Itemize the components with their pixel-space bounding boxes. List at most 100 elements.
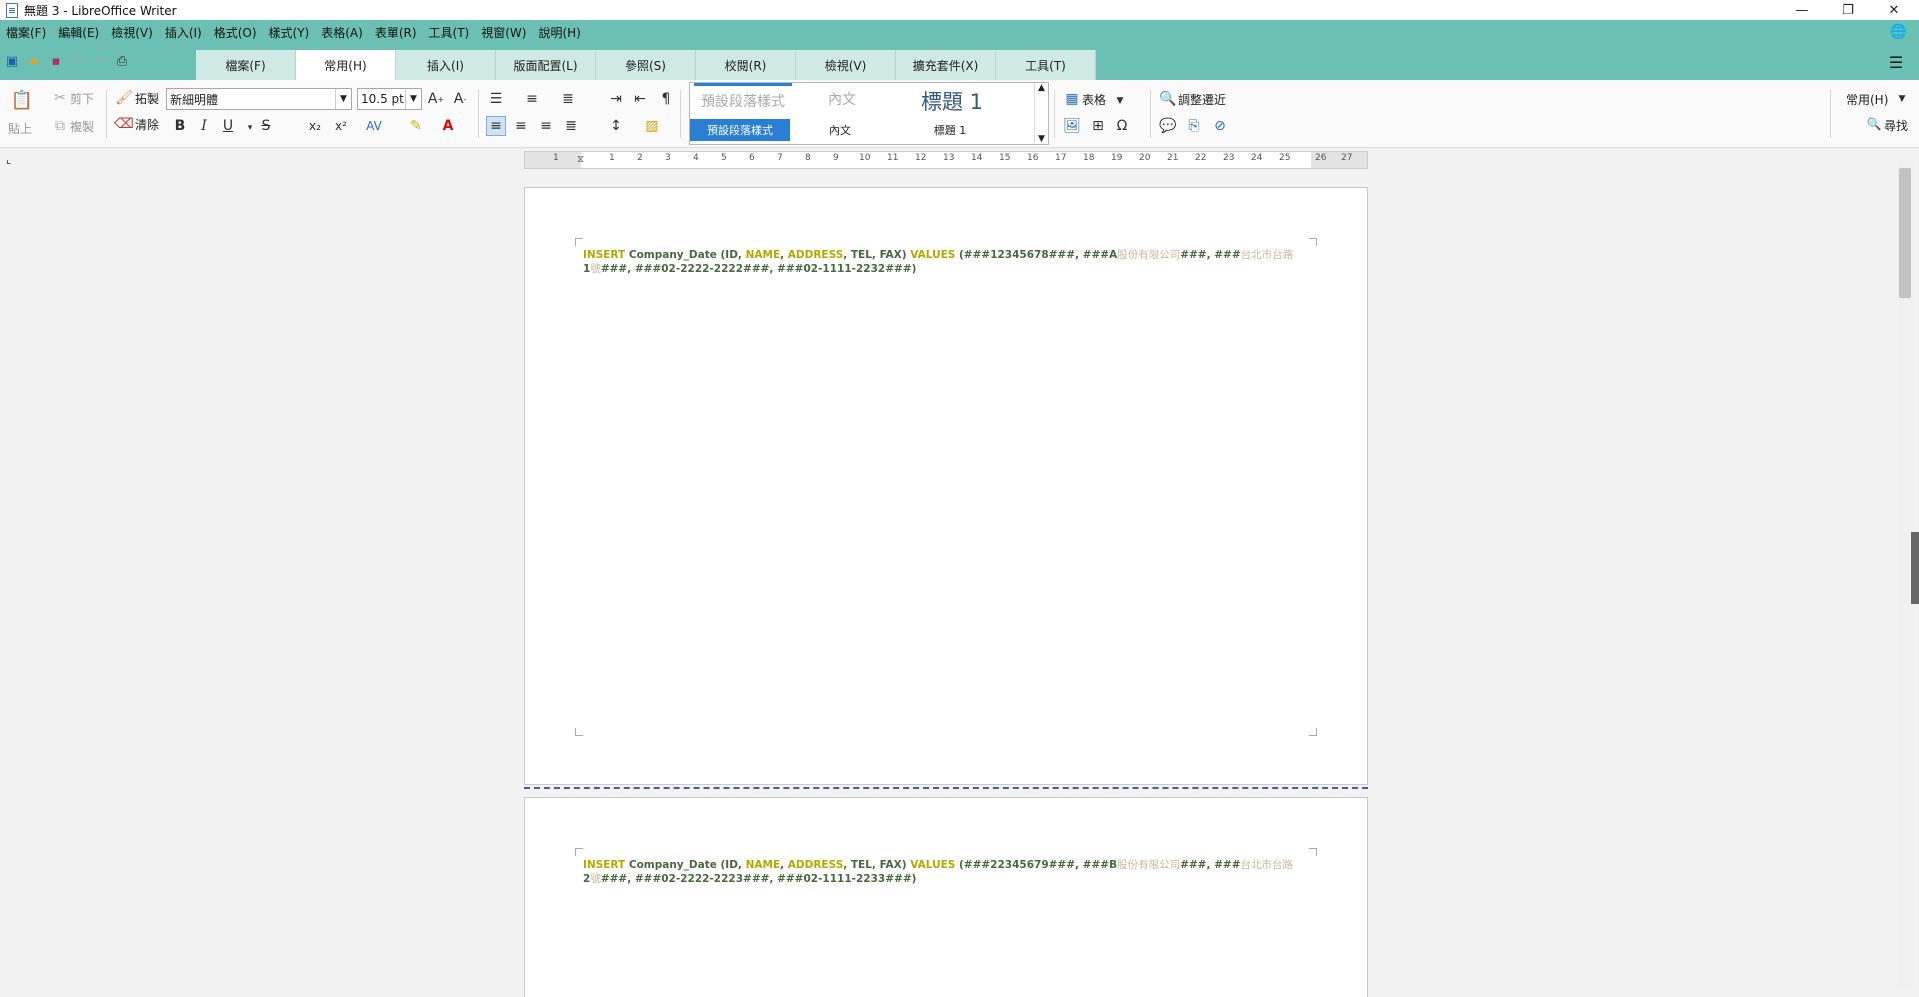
paste-icon[interactable]: 📋: [10, 88, 34, 112]
sidebar-toggle[interactable]: [1911, 532, 1919, 604]
print-icon[interactable]: ⎙: [114, 53, 130, 69]
menu-hamburger-icon[interactable]: ☰: [1883, 52, 1909, 72]
shrink-font-icon[interactable]: A-: [450, 89, 470, 109]
chevron-down-icon[interactable]: ▼: [1110, 91, 1130, 111]
find-button[interactable]: 尋找: [1884, 117, 1908, 134]
notebookbar-mode-button[interactable]: 常用(H): [1846, 91, 1888, 108]
sql-line-1[interactable]: INSERT Company_Date (ID, NAME, ADDRESS, …: [583, 247, 1293, 262]
menu-tools[interactable]: 工具(T): [423, 24, 476, 41]
justify-icon[interactable]: ≣: [561, 116, 581, 136]
strikethrough-icon[interactable]: S: [256, 116, 276, 136]
decrease-indent-icon[interactable]: ⇤: [630, 89, 650, 109]
align-center-icon[interactable]: ≡: [511, 116, 531, 136]
align-left-icon[interactable]: ≡: [486, 116, 506, 136]
style-heading1-label[interactable]: 標題 1: [890, 119, 1010, 141]
cut-button[interactable]: 剪下: [70, 90, 94, 107]
redo-icon[interactable]: ↷: [92, 53, 108, 69]
formatting-marks-icon[interactable]: ¶: [656, 89, 676, 109]
menu-help[interactable]: 說明(H): [532, 24, 586, 41]
track-changes-icon[interactable]: ⎘: [1184, 116, 1204, 136]
style-default-preview[interactable]: 預設段落樣式: [694, 83, 792, 115]
table-icon[interactable]: ▦: [1062, 89, 1082, 109]
sql-line-2[interactable]: 2號###, ###02-2222-2223###, ###02-1111-22…: [583, 871, 916, 886]
find-replace-button[interactable]: 調整遷近: [1178, 91, 1226, 108]
subscript-icon[interactable]: x₂: [305, 116, 325, 136]
open-folder-icon[interactable]: ▰: [26, 53, 42, 69]
bullet-list-icon[interactable]: ☰: [486, 89, 506, 109]
grow-font-icon[interactable]: A +: [426, 89, 446, 109]
bold-icon[interactable]: B: [170, 116, 190, 136]
tab-tools[interactable]: 工具(T): [996, 50, 1096, 80]
tab-references[interactable]: 參照(S): [596, 50, 696, 80]
tab-file[interactable]: 檔案(F): [196, 50, 296, 80]
globe-icon[interactable]: 🌐: [1890, 24, 1907, 40]
underline-icon[interactable]: U: [218, 116, 238, 136]
special-character-icon[interactable]: Ω: [1112, 116, 1132, 136]
table-button[interactable]: 表格: [1082, 91, 1106, 108]
tab-extensions[interactable]: 擴充套件(X): [896, 50, 996, 80]
line-spacing-icon[interactable]: ↕: [606, 116, 626, 136]
menu-format[interactable]: 格式(O): [208, 24, 263, 41]
navigator-icon[interactable]: ⊘: [1210, 116, 1230, 136]
tab-view[interactable]: 檢視(V): [796, 50, 896, 80]
tab-layout[interactable]: 版面配置(L): [496, 50, 596, 80]
clone-button[interactable]: 拓製: [135, 90, 159, 107]
scrollbar-thumb[interactable]: [1899, 168, 1911, 298]
search-icon[interactable]: 🔍: [1158, 89, 1178, 109]
italic-icon[interactable]: I: [194, 116, 214, 136]
horizontal-ruler[interactable]: 1 1 2 3 4 5 6 7 8 9 10 11 12 13 14 15 16…: [524, 151, 1368, 169]
menu-view[interactable]: 檢視(V): [105, 24, 159, 41]
numbered-list-icon[interactable]: ≡: [522, 89, 542, 109]
clear-button[interactable]: 清除: [135, 116, 159, 133]
chevron-up-icon[interactable]: ▲: [1038, 83, 1045, 93]
document-page-1[interactable]: INSERT Company_Date (ID, NAME, ADDRESS, …: [524, 187, 1368, 785]
restore-button[interactable]: ❐: [1825, 0, 1871, 20]
font-size-combo[interactable]: 10.5 pt ▼: [357, 88, 422, 110]
outline-list-icon[interactable]: ≣: [558, 89, 578, 109]
tab-home[interactable]: 常用(H): [296, 50, 396, 80]
chevron-down-icon[interactable]: ▼: [335, 89, 351, 109]
indent-marker-icon[interactable]: ⧖: [577, 154, 584, 165]
increase-indent-icon[interactable]: ⇥: [606, 89, 626, 109]
close-button[interactable]: ✕: [1871, 0, 1917, 20]
document-page-2[interactable]: INSERT Company_Date (ID, NAME, ADDRESS, …: [524, 797, 1368, 997]
copy-icon[interactable]: ⧉: [50, 116, 70, 136]
cut-icon[interactable]: ✂: [50, 88, 70, 108]
character-spacing-icon[interactable]: AV: [364, 116, 384, 136]
font-name-combo[interactable]: 新細明體 ▼: [166, 88, 352, 110]
paragraph-background-icon[interactable]: ▨: [642, 116, 662, 136]
save-icon[interactable]: ▪: [48, 53, 64, 69]
chevron-down-icon[interactable]: ▼: [1038, 134, 1045, 144]
superscript-icon[interactable]: x²: [331, 116, 351, 136]
copy-button[interactable]: 複製: [70, 118, 94, 135]
new-document-icon[interactable]: ▣: [4, 53, 20, 69]
menu-styles[interactable]: 樣式(Y): [263, 24, 316, 41]
font-color-icon[interactable]: A: [438, 116, 458, 136]
tab-review[interactable]: 校閱(R): [696, 50, 796, 80]
menu-insert[interactable]: 插入(I): [159, 24, 208, 41]
comment-icon[interactable]: 💬: [1158, 116, 1178, 136]
search-icon[interactable]: 🔍: [1864, 114, 1884, 134]
sql-line-1[interactable]: INSERT Company_Date (ID, NAME, ADDRESS, …: [583, 857, 1293, 872]
styles-scrollbar[interactable]: ▲ ▼: [1034, 83, 1048, 144]
paste-button[interactable]: 貼上: [8, 120, 32, 137]
undo-icon[interactable]: ↶: [70, 53, 86, 69]
menu-window[interactable]: 視窗(W): [475, 24, 532, 41]
align-right-icon[interactable]: ≡: [536, 116, 556, 136]
style-body-preview[interactable]: 內文: [792, 83, 892, 115]
tab-insert[interactable]: 插入(I): [396, 50, 496, 80]
image-icon[interactable]: 🖼: [1062, 116, 1082, 136]
menu-edit[interactable]: 編輯(E): [52, 24, 105, 41]
style-heading1-preview[interactable]: 標題 1: [892, 83, 1012, 119]
highlight-icon[interactable]: ✎: [406, 116, 426, 136]
menu-table[interactable]: 表格(A): [315, 24, 369, 41]
chart-icon[interactable]: ⊞: [1088, 116, 1108, 136]
style-default-label[interactable]: 預設段落樣式: [690, 119, 790, 141]
clone-formatting-icon[interactable]: 🖌: [114, 88, 134, 108]
sql-line-2[interactable]: 1號###, ###02-2222-2222###, ###02-1111-22…: [583, 261, 916, 276]
chevron-down-icon[interactable]: ▼: [405, 89, 421, 109]
tab-stop-corner-icon[interactable]: ⌞: [6, 153, 11, 166]
menu-form[interactable]: 表單(R): [369, 24, 423, 41]
style-body-label[interactable]: 內文: [790, 119, 890, 141]
minimize-button[interactable]: —: [1779, 0, 1825, 20]
